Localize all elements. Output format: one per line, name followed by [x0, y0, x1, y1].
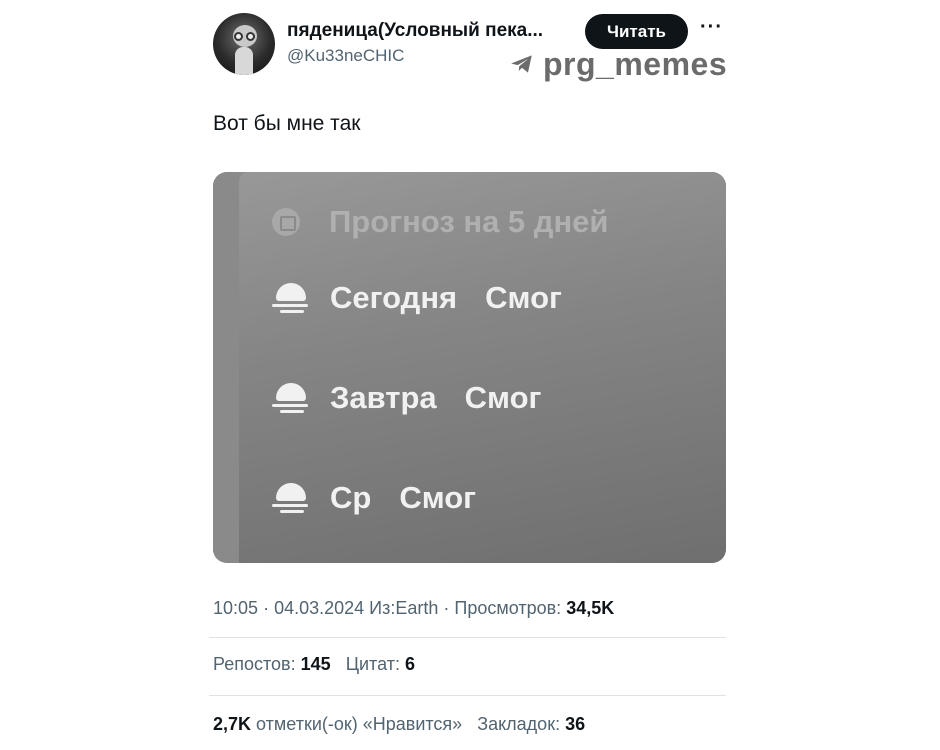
forecast-day: Ср	[330, 480, 372, 515]
tweet-meta: 10:05 · 04.03.2024 Из:Earth · Просмотров…	[213, 598, 615, 618]
bookmarks-label: Закладок:	[477, 714, 561, 734]
fog-icon	[272, 381, 312, 415]
more-options-icon[interactable]: ···	[700, 16, 723, 39]
views-label: Просмотров:	[454, 598, 562, 618]
tweet-time[interactable]: 10:05	[213, 598, 258, 618]
follow-button[interactable]: Читать	[585, 14, 688, 49]
card-edge-strip	[213, 172, 239, 563]
quotes-count[interactable]: 6	[405, 654, 415, 674]
views-count: 34,5K	[566, 598, 615, 618]
tweet-date[interactable]: 04.03.2024	[274, 598, 364, 618]
tweet-text: Вот бы мне так	[213, 112, 361, 135]
forecast-row: Завтра Смог	[272, 380, 541, 416]
fog-icon	[272, 281, 312, 315]
forecast-row: Сегодня Смог	[272, 280, 562, 316]
fog-icon	[272, 481, 312, 515]
quotes-label[interactable]: Цитат:	[346, 654, 400, 674]
forecast-condition: Смог	[485, 280, 562, 315]
divider	[209, 637, 726, 638]
avatar-eye-left	[234, 32, 243, 41]
forecast-day: Завтра	[330, 380, 437, 415]
likes-bookmarks-stats: 2,7K отметки(-ок) «Нравится» Закладок: 3…	[213, 714, 585, 735]
avatar-body-shape	[235, 47, 253, 75]
bookmarks-count: 36	[565, 714, 586, 734]
divider	[209, 695, 726, 696]
forecast-day: Сегодня	[330, 280, 458, 315]
author-handle[interactable]: @Ku33neCHIC	[287, 46, 404, 66]
likes-label[interactable]: отметки(-ок) «Нравится»	[256, 714, 462, 734]
reposts-count[interactable]: 145	[301, 654, 331, 674]
likes-count[interactable]: 2,7K	[213, 714, 251, 734]
telegram-icon	[511, 55, 532, 73]
author-display-name[interactable]: пяденица(Условный пека...	[287, 20, 543, 42]
forecast-row: Ср Смог	[272, 480, 476, 516]
engagement-stats: Репостов: 145 Цитат: 6	[213, 654, 415, 675]
forecast-title: Прогноз на 5 дней	[329, 204, 609, 239]
forecast-condition: Смог	[464, 380, 542, 415]
reposts-label[interactable]: Репостов:	[213, 654, 296, 674]
calendar-icon	[272, 208, 300, 236]
watermark: prg_memes	[509, 46, 727, 82]
watermark-text: prg_memes	[543, 45, 728, 82]
avatar-eye-right	[246, 32, 255, 41]
avatar[interactable]	[213, 13, 275, 75]
tweet-source: Из:Earth	[369, 598, 439, 618]
forecast-condition: Смог	[399, 480, 477, 515]
